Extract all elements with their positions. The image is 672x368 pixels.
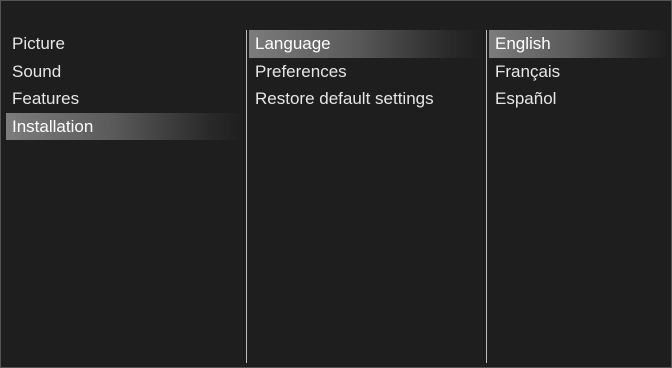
main-menu-column: Picture Sound Features Installation [6,30,244,140]
option-espanol[interactable]: Español [489,85,669,113]
tv-settings-menu: Picture Sound Features Installation Lang… [0,0,672,368]
submenu-item-language[interactable]: Language [249,30,483,58]
submenu-item-restore-default-settings[interactable]: Restore default settings [249,85,483,113]
main-menu-item-picture[interactable]: Picture [6,30,244,58]
main-menu-item-installation[interactable]: Installation [6,112,244,140]
submenu-column: Language Preferences Restore default set… [249,30,483,113]
submenu-item-preferences[interactable]: Preferences [249,58,483,86]
option-english[interactable]: English [489,30,669,58]
column-divider [486,30,487,363]
option-francais[interactable]: Français [489,58,669,86]
options-column: English Français Español [489,30,669,113]
main-menu-item-sound[interactable]: Sound [6,58,244,86]
main-menu-item-features[interactable]: Features [6,85,244,113]
column-divider [246,30,247,363]
